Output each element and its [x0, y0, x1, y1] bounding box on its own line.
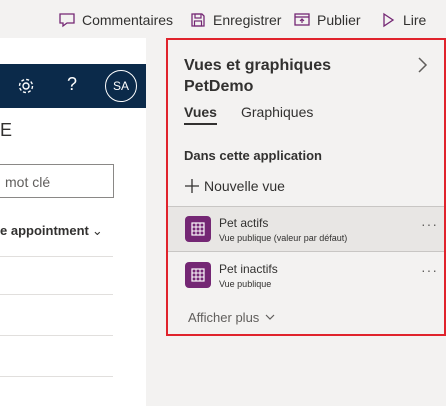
- more-options-icon[interactable]: ···: [421, 262, 438, 278]
- chevron-right-icon[interactable]: [415, 56, 429, 74]
- partial-heading: E: [0, 120, 13, 140]
- table-icon: [185, 216, 211, 242]
- comments-button[interactable]: Commentaires: [58, 10, 173, 30]
- publish-icon: [294, 13, 310, 26]
- view-name: Pet inactifs: [219, 262, 278, 276]
- divider: [0, 376, 113, 377]
- help-icon[interactable]: ?: [67, 74, 77, 95]
- show-more-label: Afficher plus: [188, 310, 260, 325]
- view-selector-label: e appointment: [0, 223, 89, 238]
- views-charts-pane: Vues et graphiques PetDemo Vues Graphiqu…: [166, 38, 446, 336]
- show-more-button[interactable]: Afficher plus: [188, 310, 275, 325]
- comments-label: Commentaires: [82, 12, 174, 28]
- publish-label: Publier: [317, 12, 361, 28]
- plus-icon: [185, 179, 199, 193]
- divider: [0, 335, 113, 336]
- view-subtitle: Vue publique (valeur par défaut): [219, 233, 348, 243]
- divider: [0, 256, 113, 257]
- view-subtitle: Vue publique: [219, 279, 272, 289]
- read-button[interactable]: Lire: [379, 10, 426, 30]
- app-canvas: ? SA E mot clé e appointment ⌄: [0, 38, 146, 406]
- save-button[interactable]: Enregistrer: [189, 10, 281, 30]
- app-header: ? SA: [0, 64, 146, 108]
- gear-icon[interactable]: [16, 76, 36, 96]
- more-options-icon[interactable]: ···: [421, 216, 438, 232]
- read-label: Lire: [403, 12, 427, 28]
- pane-title-line2: PetDemo: [184, 78, 254, 95]
- new-view-label: Nouvelle vue: [204, 178, 285, 194]
- tab-vues[interactable]: Vues: [184, 104, 217, 125]
- section-label: Dans cette application: [184, 148, 322, 163]
- publish-button[interactable]: Publier: [293, 10, 361, 30]
- chevron-down-icon: [265, 314, 275, 320]
- view-selector[interactable]: e appointment ⌄: [0, 223, 103, 239]
- pane-title-line1: Vues et graphiques: [184, 57, 331, 74]
- divider: [0, 294, 113, 295]
- save-label: Enregistrer: [213, 12, 282, 28]
- view-item-pet-inactifs[interactable]: Pet inactifs Vue publique ···: [168, 253, 444, 299]
- avatar[interactable]: SA: [105, 70, 137, 102]
- view-name: Pet actifs: [219, 216, 269, 230]
- play-icon: [383, 12, 395, 28]
- view-item-pet-actifs[interactable]: Pet actifs Vue publique (valeur par défa…: [168, 206, 444, 252]
- table-icon: [185, 262, 211, 288]
- new-view-button[interactable]: Nouvelle vue: [184, 178, 285, 194]
- tab-graphiques[interactable]: Graphiques: [241, 104, 313, 120]
- command-bar: Commentaires Enregistrer Publier Lire: [0, 0, 446, 38]
- save-icon: [191, 13, 205, 27]
- chevron-down-icon: ⌄: [91, 223, 103, 238]
- pane-title: Vues et graphiques PetDemo: [184, 55, 404, 97]
- comment-icon: [59, 13, 75, 28]
- search-input[interactable]: mot clé: [0, 164, 114, 198]
